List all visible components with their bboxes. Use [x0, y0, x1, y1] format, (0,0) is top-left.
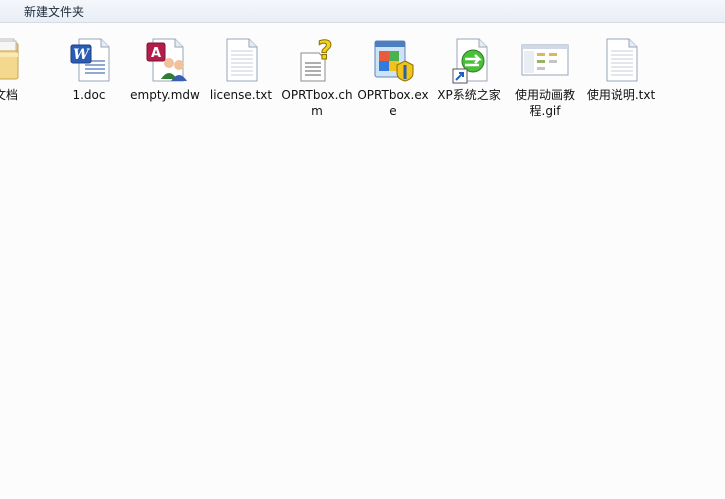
help-file-icon: ?: [291, 35, 343, 85]
gif-image-icon: [519, 35, 571, 85]
file-item[interactable]: ? OPRTbox.chm: [281, 35, 353, 119]
file-name: 1.doc: [72, 88, 106, 102]
file-item[interactable]: 试文档: [0, 35, 36, 103]
svg-text:A: A: [151, 46, 161, 61]
file-name: 使用说明.txt: [586, 88, 656, 102]
file-name: 使用动画教程.gif: [514, 88, 575, 118]
file-item[interactable]: license.txt: [205, 35, 277, 103]
file-item[interactable]: OPRTbox.exe: [357, 35, 429, 119]
shortcut-globe-icon: [443, 35, 495, 85]
access-workgroup-icon: A: [139, 35, 191, 85]
text-file-icon: [595, 35, 647, 85]
file-item[interactable]: 使用动画教程.gif: [509, 35, 581, 119]
svg-text:W: W: [73, 47, 90, 63]
file-name: empty.mdw: [130, 88, 200, 102]
file-item[interactable]: 使用说明.txt: [585, 35, 657, 103]
file-name: XP系统之家: [437, 88, 501, 102]
file-name: OPRTbox.chm: [281, 88, 353, 118]
svg-text:?: ?: [317, 36, 332, 66]
folder-header-bar: 新建文件夹: [0, 0, 725, 23]
file-list-area: 试文档 W 1.doc A: [0, 23, 725, 499]
folder-title: 新建文件夹: [24, 5, 85, 19]
application-exe-icon: [367, 35, 419, 85]
folder-icon: [0, 35, 26, 85]
word-document-icon: W: [63, 35, 115, 85]
text-file-icon: [215, 35, 267, 85]
file-item[interactable]: A empty.mdw: [129, 35, 201, 103]
file-item[interactable]: XP系统之家: [433, 35, 505, 103]
file-name: license.txt: [209, 88, 273, 102]
file-name: 试文档: [0, 88, 18, 102]
file-item[interactable]: W 1.doc: [53, 35, 125, 103]
file-name: OPRTbox.exe: [357, 88, 429, 118]
